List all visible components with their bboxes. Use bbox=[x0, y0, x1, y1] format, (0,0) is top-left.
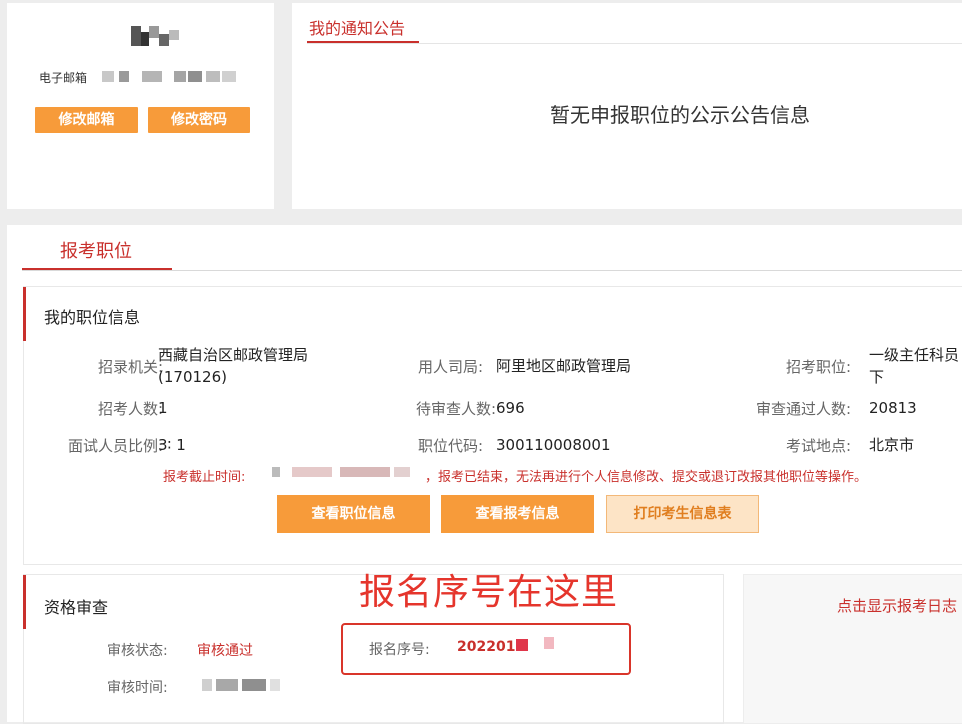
deadline-redacted bbox=[272, 465, 422, 479]
exam-location-label: 考试地点: bbox=[785, 437, 851, 455]
pending-value: 696 bbox=[496, 399, 525, 417]
qualification-section: 资格审查 报名序号在这里 审核状态: 审核通过 审核时间: 报名序号: 2022… bbox=[23, 572, 724, 724]
review-time-label: 审核时间: bbox=[107, 680, 168, 696]
print-form-button[interactable]: 打印考生信息表 bbox=[606, 495, 759, 533]
email-label: 电子邮箱 bbox=[39, 71, 88, 85]
approved-value: 20813 bbox=[869, 399, 917, 417]
deadline-message: ，报考已结束，无法再进行个人信息修改、提交或退订改报其他职位等操作。 bbox=[425, 470, 868, 485]
serial-redacted bbox=[516, 637, 566, 651]
ratio-label: 面试人员比例: bbox=[67, 437, 163, 455]
agency-value: 西藏自治区邮政管理局 bbox=[158, 346, 309, 364]
change-email-button[interactable]: 修改邮箱 bbox=[35, 107, 138, 133]
review-time-redacted bbox=[202, 679, 292, 691]
section-marker bbox=[23, 287, 26, 341]
divider bbox=[22, 270, 962, 271]
review-status-value: 审核通过 bbox=[197, 643, 253, 659]
serial-label: 报名序号: bbox=[369, 642, 430, 658]
serial-value: 2022015 bbox=[457, 639, 526, 655]
approved-label: 审查通过人数: bbox=[755, 400, 851, 418]
section-marker bbox=[23, 575, 26, 629]
divider bbox=[307, 43, 962, 44]
position-code-value: 300110008001 bbox=[496, 436, 611, 454]
position-info-section: 我的职位信息 招录机关: 西藏自治区邮政管理局 (170126) 用人司局: 阿… bbox=[23, 286, 962, 565]
show-log-link[interactable]: 点击显示报考日志 bbox=[837, 595, 957, 616]
view-position-button[interactable]: 查看职位信息 bbox=[277, 495, 430, 533]
pending-label: 待审查人数: bbox=[415, 400, 496, 418]
employer-label: 用人司局: bbox=[417, 358, 483, 376]
section-title: 资格审查 bbox=[44, 598, 109, 617]
view-application-button[interactable]: 查看报考信息 bbox=[441, 495, 594, 533]
tab-applied-position[interactable]: 报考职位 bbox=[60, 237, 132, 263]
agency-code: (170126) bbox=[158, 368, 227, 386]
application-panel: 报考职位 我的职位信息 招录机关: 西藏自治区邮政管理局 (170126) 用人… bbox=[7, 225, 962, 724]
deadline-label: 报考截止时间: bbox=[163, 470, 246, 485]
email-redacted bbox=[102, 71, 242, 82]
notice-panel: 我的通知公告 暂无申报职位的公示公告信息 bbox=[292, 3, 962, 209]
annotation-text: 报名序号在这里 bbox=[359, 572, 619, 613]
profile-panel: 电子邮箱 修改邮箱 修改密码 bbox=[7, 3, 274, 209]
position-value-cont: 下 bbox=[869, 368, 885, 386]
tab-notices[interactable]: 我的通知公告 bbox=[309, 15, 405, 39]
position-value: 一级主任科员 bbox=[869, 346, 960, 364]
position-code-label: 职位代码: bbox=[417, 437, 483, 455]
empty-notice-message: 暂无申报职位的公示公告信息 bbox=[550, 103, 810, 127]
username-redacted bbox=[131, 26, 181, 52]
quota-value: 1 bbox=[158, 399, 168, 417]
quota-label: 招考人数: bbox=[97, 400, 163, 418]
exam-location-value: 北京市 bbox=[869, 436, 915, 454]
review-status-label: 审核状态: bbox=[107, 643, 168, 659]
change-password-button[interactable]: 修改密码 bbox=[148, 107, 250, 133]
application-log-panel: 点击显示报考日志 bbox=[743, 574, 962, 724]
section-title: 我的职位信息 bbox=[44, 308, 141, 327]
employer-value: 阿里地区邮政管理局 bbox=[496, 357, 632, 375]
ratio-value: 3∶ 1 bbox=[158, 436, 186, 454]
position-label: 招考职位: bbox=[785, 358, 851, 376]
agency-label: 招录机关: bbox=[97, 358, 163, 376]
